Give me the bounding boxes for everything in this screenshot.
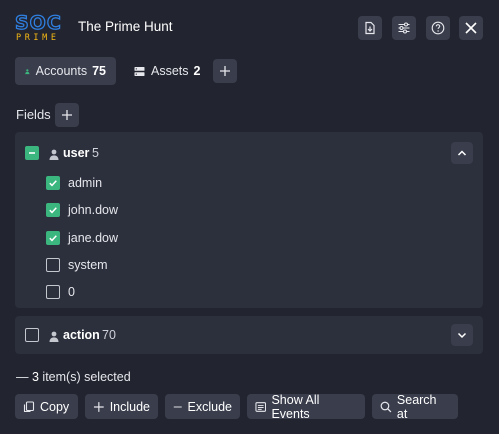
group-action-count: 70 bbox=[102, 328, 116, 342]
check-icon bbox=[49, 180, 57, 187]
tab-accounts-label: Accounts bbox=[35, 64, 88, 78]
copy-label: Copy bbox=[40, 399, 70, 414]
minus-icon bbox=[29, 152, 35, 154]
group-user-checkbox[interactable] bbox=[25, 146, 39, 160]
group-action-checkbox[interactable] bbox=[25, 328, 39, 342]
copy-button[interactable]: Copy bbox=[15, 394, 78, 419]
selection-count: 3 bbox=[31, 370, 39, 384]
plus-icon bbox=[62, 110, 72, 120]
search-at-button[interactable]: Search at bbox=[372, 392, 458, 421]
logo-text-prime: PRIME bbox=[16, 33, 60, 42]
header: SOC PRIME The Prime Hunt bbox=[0, 0, 499, 56]
check-icon bbox=[49, 235, 57, 242]
item-label: system bbox=[68, 258, 108, 272]
item-label: jane.dow bbox=[68, 231, 119, 245]
group-action-name: action bbox=[63, 328, 100, 342]
item-checkbox[interactable] bbox=[46, 258, 60, 272]
item-label: john.dow bbox=[68, 203, 119, 217]
selection-dash: — bbox=[16, 370, 29, 384]
item-checkbox[interactable] bbox=[46, 231, 60, 245]
item-label: admin bbox=[68, 176, 103, 190]
item-label: 0 bbox=[68, 285, 75, 299]
collapse-group-user-button[interactable] bbox=[451, 142, 473, 164]
events-list-icon bbox=[255, 401, 267, 412]
show-all-events-label: Show All Events bbox=[271, 392, 320, 421]
question-circle-icon bbox=[431, 21, 445, 35]
logo-text-soc: SOC bbox=[15, 12, 62, 34]
tab-assets-label: Assets bbox=[151, 64, 189, 78]
show-all-events-button[interactable]: Show All Events bbox=[247, 392, 365, 421]
close-icon bbox=[465, 22, 477, 34]
user-icon bbox=[49, 148, 59, 160]
field-group-action: action 70 bbox=[15, 316, 483, 354]
check-icon bbox=[49, 207, 57, 214]
list-item[interactable]: john.dow bbox=[15, 197, 483, 224]
settings-button[interactable] bbox=[392, 16, 416, 40]
search-at-label: Search at bbox=[396, 392, 437, 421]
selection-summary: — 3 item(s) selected bbox=[16, 370, 131, 384]
include-label: Include bbox=[109, 399, 150, 414]
minus-icon bbox=[173, 406, 182, 407]
user-icon bbox=[49, 330, 59, 342]
add-field-button[interactable] bbox=[55, 103, 79, 127]
list-item[interactable]: system bbox=[15, 252, 483, 279]
field-group-user-header: user 5 bbox=[15, 132, 483, 172]
copy-icon bbox=[23, 400, 35, 412]
server-icon bbox=[134, 66, 145, 76]
soc-prime-logo: SOC PRIME bbox=[14, 11, 68, 43]
expand-group-action-button[interactable] bbox=[451, 324, 473, 346]
exclude-button[interactable]: Exclude bbox=[165, 394, 240, 419]
item-checkbox[interactable] bbox=[46, 176, 60, 190]
item-checkbox[interactable] bbox=[46, 203, 60, 217]
selection-suffix: selected bbox=[84, 370, 131, 384]
file-download-icon bbox=[365, 21, 375, 35]
group-user-count: 5 bbox=[92, 146, 99, 160]
plus-icon bbox=[220, 66, 230, 76]
list-item[interactable]: admin bbox=[15, 170, 483, 197]
list-item[interactable]: jane.dow bbox=[15, 225, 483, 252]
tab-assets-count: 2 bbox=[193, 64, 201, 78]
add-tab-button[interactable] bbox=[213, 59, 237, 83]
exclude-label: Exclude bbox=[187, 399, 232, 414]
search-icon bbox=[380, 401, 392, 412]
export-button[interactable] bbox=[358, 16, 382, 40]
sliders-icon bbox=[398, 22, 410, 34]
plus-icon bbox=[93, 401, 104, 412]
tab-accounts[interactable]: Accounts 75 bbox=[15, 57, 116, 85]
fields-label: Fields bbox=[16, 107, 51, 122]
item-checkbox[interactable] bbox=[46, 285, 60, 299]
selection-unit: item(s) bbox=[42, 370, 81, 384]
include-button[interactable]: Include bbox=[85, 394, 158, 419]
chevron-down-icon bbox=[457, 332, 467, 339]
chevron-up-icon bbox=[457, 150, 467, 156]
app-title: The Prime Hunt bbox=[78, 19, 173, 34]
group-user-name: user bbox=[63, 146, 90, 160]
user-icon bbox=[25, 68, 30, 74]
list-item[interactable]: 0 bbox=[15, 279, 483, 306]
help-button[interactable] bbox=[426, 16, 450, 40]
tab-accounts-count: 75 bbox=[92, 64, 106, 78]
close-button[interactable] bbox=[459, 16, 483, 40]
field-group-user: user 5 admin john.dow jane.dow system 0 bbox=[15, 132, 483, 308]
tab-assets[interactable]: Assets 2 bbox=[124, 57, 214, 85]
